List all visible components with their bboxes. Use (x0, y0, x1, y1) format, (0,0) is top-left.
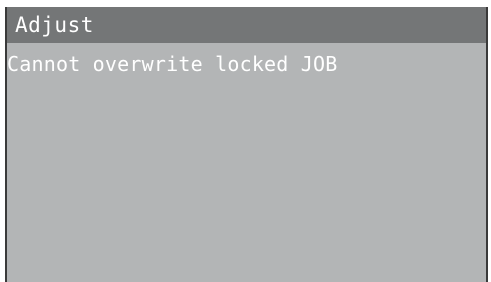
screen-title: Adjust (15, 13, 94, 37)
error-message: Cannot overwrite locked JOB (7, 52, 338, 76)
lcd-screen: Adjust Cannot overwrite locked JOB (5, 7, 488, 282)
title-bar: Adjust (7, 7, 486, 43)
